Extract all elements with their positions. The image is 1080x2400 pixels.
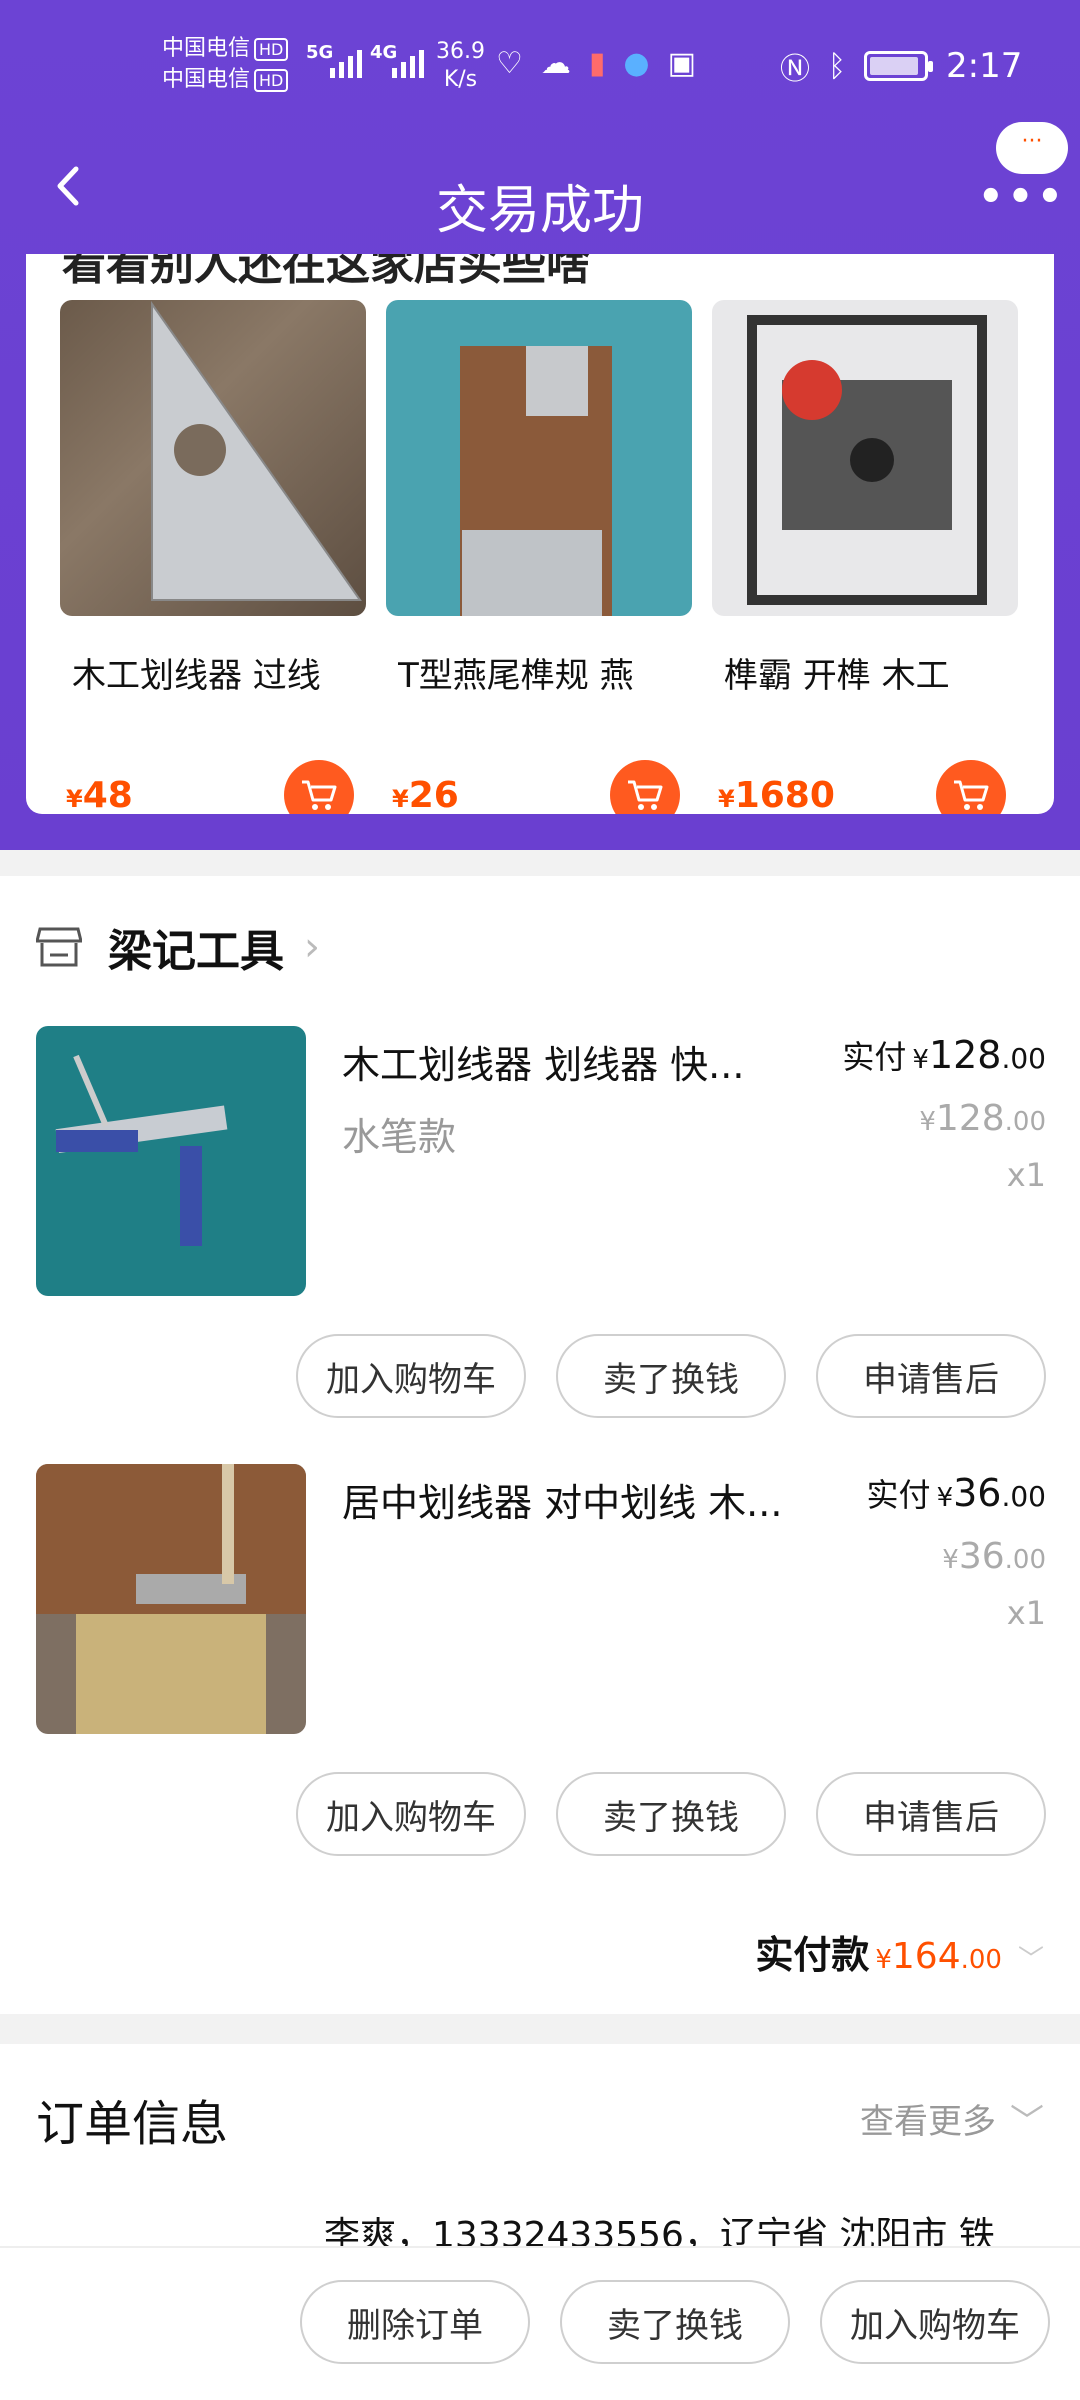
rec-item-name: T型燕尾榫规 燕	[398, 656, 634, 696]
signal-bars-2-icon	[392, 44, 424, 78]
order-item-paid: 实付 ¥128.00	[842, 1033, 1046, 1077]
order-item-image[interactable]	[36, 1026, 306, 1296]
chevron-right-icon: ›	[304, 924, 320, 970]
add-to-cart-button[interactable]	[284, 760, 354, 814]
speed-unit: K/s	[443, 67, 478, 92]
rec-item-name: 榫霸 开榫 木工	[724, 656, 950, 696]
page-title: 交易成功	[435, 181, 644, 241]
order-item-sku: 水笔款	[342, 1115, 457, 1159]
add-to-cart-button[interactable]: 加入购物车	[296, 1334, 526, 1418]
add-to-cart-button[interactable]	[610, 760, 680, 814]
system-status: Ⓝ ᛒ 2:17	[780, 44, 1022, 88]
rec-item-price: ¥26	[392, 775, 459, 814]
view-more-button[interactable]: 查看更多 ﹀	[860, 2094, 1044, 2143]
carrier-1: 中国电信	[162, 36, 251, 61]
order-item-actions: 加入购物车 卖了换钱 申请售后	[296, 1334, 1046, 1418]
total-label: 实付款	[755, 1933, 870, 1977]
cart-icon	[954, 780, 989, 810]
health-icon: ♡	[496, 46, 523, 81]
hd-badge-2: HD	[254, 69, 289, 92]
net-speed: 36.9 K/s	[436, 38, 485, 94]
order-item-original-price: ¥36.00	[942, 1536, 1046, 1577]
signal-bars-1-icon	[330, 44, 362, 78]
more-dots-icon[interactable]: •••	[978, 174, 1067, 220]
status-bar: 中国电信 HD 中国电信 HD 5G 4G 36.9 K/s ♡ ☁ ▮ ● ▣ Ⓝ …	[0, 0, 1080, 140]
rec-item-name: 木工划线器 过线	[72, 656, 321, 696]
clock: 2:17	[946, 46, 1023, 86]
chevron-down-icon: ﹀	[1010, 2102, 1044, 2142]
order-item-image[interactable]	[36, 1464, 306, 1734]
add-to-cart-button[interactable]: 加入购物车	[820, 2280, 1050, 2364]
bottom-action-bar: 删除订单 卖了换钱 加入购物车	[0, 2246, 1080, 2400]
shop-name: 梁记工具	[108, 926, 284, 977]
rec-item-price: ¥1680	[718, 775, 835, 814]
order-item-title: 居中划线器 对中划线 木...	[342, 1481, 783, 1525]
rec-item[interactable]: 榫霸 开榫 木工 ¥1680	[712, 300, 1018, 814]
order-item-actions: 加入购物车 卖了换钱 申请售后	[296, 1772, 1046, 1856]
resell-button[interactable]: 卖了换钱	[556, 1334, 786, 1418]
product-image[interactable]	[386, 300, 692, 616]
add-to-cart-button[interactable]	[936, 760, 1006, 814]
copy-icon: ▣	[667, 46, 696, 81]
order-item-title: 木工划线器 划线器 快...	[342, 1043, 745, 1087]
navigation-bar: 交易成功 •••	[0, 140, 1080, 250]
rec-item-price: ¥48	[66, 775, 133, 814]
bulb-icon: ●	[623, 46, 650, 81]
cart-icon	[302, 780, 337, 810]
product-image[interactable]	[60, 300, 366, 616]
shop-order-section: 梁记工具 › 木工划线器 划线器 快... 水笔款 实付 ¥128.00 ¥128…	[0, 876, 1080, 2014]
shop-header[interactable]: 梁记工具 ›	[36, 912, 320, 982]
store-icon	[36, 927, 82, 967]
order-item-quantity: x1	[1006, 1156, 1046, 1194]
recommendation-title: 看看别人还在这家店买些啥	[62, 254, 590, 290]
after-sales-button[interactable]: 申请售后	[816, 1772, 1046, 1856]
delete-order-button[interactable]: 删除订单	[300, 2280, 530, 2364]
carrier-2: 中国电信	[162, 67, 251, 92]
order-item-paid: 实付 ¥36.00	[866, 1471, 1046, 1515]
nfc-icon: Ⓝ	[780, 52, 810, 87]
bluetooth-icon: ᛒ	[828, 48, 846, 84]
recommendation-card: 看看别人还在这家店买些啥 木工划线器 过线 ¥48 T型燕尾榫规 燕 ¥26 榫…	[26, 254, 1054, 814]
resell-button[interactable]: 卖了换钱	[560, 2280, 790, 2364]
total-amount: ¥164.00	[875, 1936, 1002, 1977]
add-to-cart-button[interactable]: 加入购物车	[296, 1772, 526, 1856]
order-total[interactable]: 实付款 ¥164.00 ﹀	[755, 1924, 1044, 1979]
resell-button[interactable]: 卖了换钱	[556, 1772, 786, 1856]
product-image[interactable]	[712, 300, 1018, 616]
speed-value: 36.9	[436, 39, 485, 64]
order-item[interactable]: 居中划线器 对中划线 木... 实付 ¥36.00 ¥36.00 x1 加入购物车…	[36, 1464, 1046, 1884]
book-icon: ▮	[588, 46, 606, 81]
wechat-icon: ☁	[540, 46, 571, 81]
after-sales-button[interactable]: 申请售后	[816, 1334, 1046, 1418]
order-info-title: 订单信息	[36, 2096, 229, 2152]
rec-item[interactable]: 木工划线器 过线 ¥48	[60, 300, 366, 814]
cart-icon	[628, 780, 663, 810]
app-notification-icons: ♡ ☁ ▮ ● ▣	[496, 46, 696, 81]
order-item-quantity: x1	[1006, 1594, 1046, 1632]
chevron-down-icon: ﹀	[1017, 1945, 1044, 1975]
order-item-original-price: ¥128.00	[919, 1098, 1046, 1139]
rec-item[interactable]: T型燕尾榫规 燕 ¥26	[386, 300, 692, 814]
message-bubble-icon[interactable]: ···	[996, 122, 1068, 174]
hd-badge-1: HD	[254, 38, 289, 61]
battery-icon	[864, 51, 933, 81]
order-item[interactable]: 木工划线器 划线器 快... 水笔款 实付 ¥128.00 ¥128.00 x1 …	[36, 1026, 1046, 1446]
carrier-info: 中国电信 HD 中国电信 HD	[162, 34, 289, 96]
